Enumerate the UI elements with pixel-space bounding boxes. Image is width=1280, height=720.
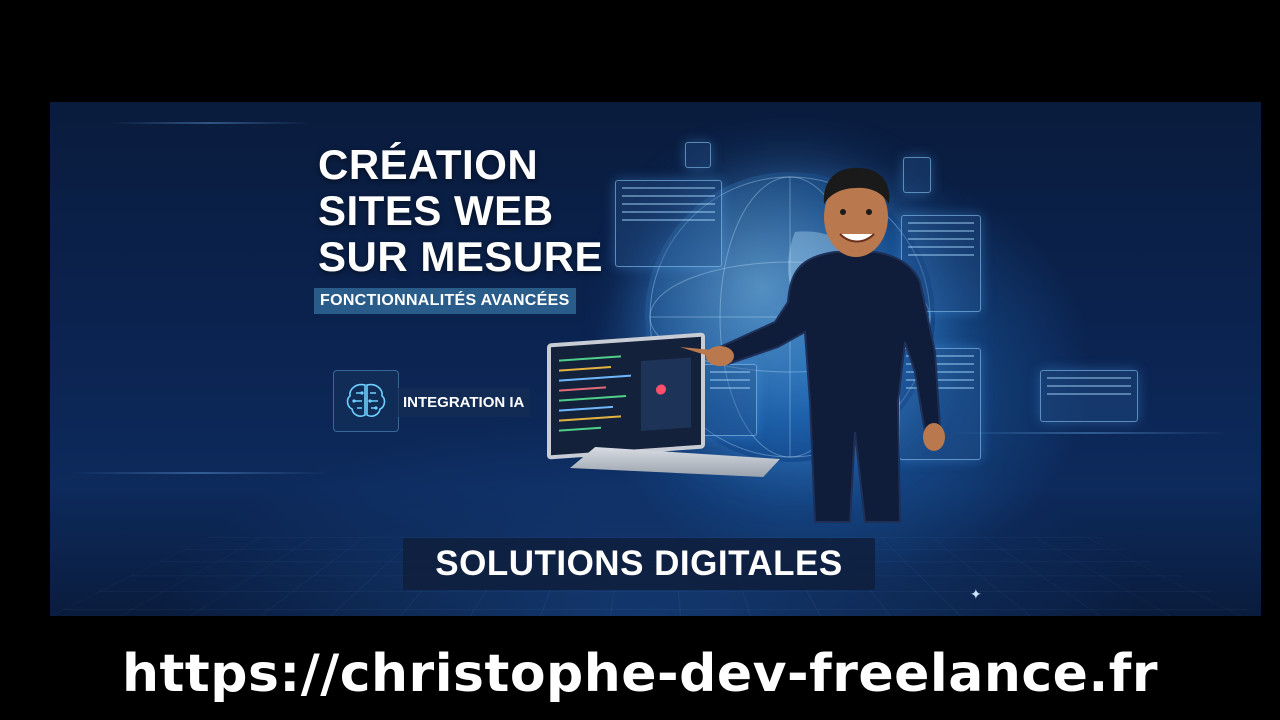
light-streak <box>70 472 330 474</box>
ai-integration-label: INTEGRATION IA <box>397 388 531 417</box>
light-streak <box>110 122 310 124</box>
headline-line-1: CRÉATION <box>318 141 539 188</box>
hero-banner: CRÉATION SITES WEB SUR MESURE FONCTIONNA… <box>50 102 1261 616</box>
headline-line-3: SUR MESURE <box>318 233 604 280</box>
headline-line-2: SITES WEB <box>318 187 554 234</box>
website-url: https://christophe-dev-freelance.fr <box>122 644 1158 704</box>
features-tag: FONCTIONNALITÉS AVANCÉES <box>314 288 576 314</box>
brain-circuit-icon <box>333 370 399 432</box>
developer-character <box>680 167 945 523</box>
sparkle-icon: ✦ <box>970 586 982 602</box>
headline: CRÉATION SITES WEB SUR MESURE <box>318 142 603 280</box>
solutions-label: SOLUTIONS DIGITALES <box>403 538 875 590</box>
code-panel <box>1040 370 1138 422</box>
light-streak <box>950 432 1230 434</box>
